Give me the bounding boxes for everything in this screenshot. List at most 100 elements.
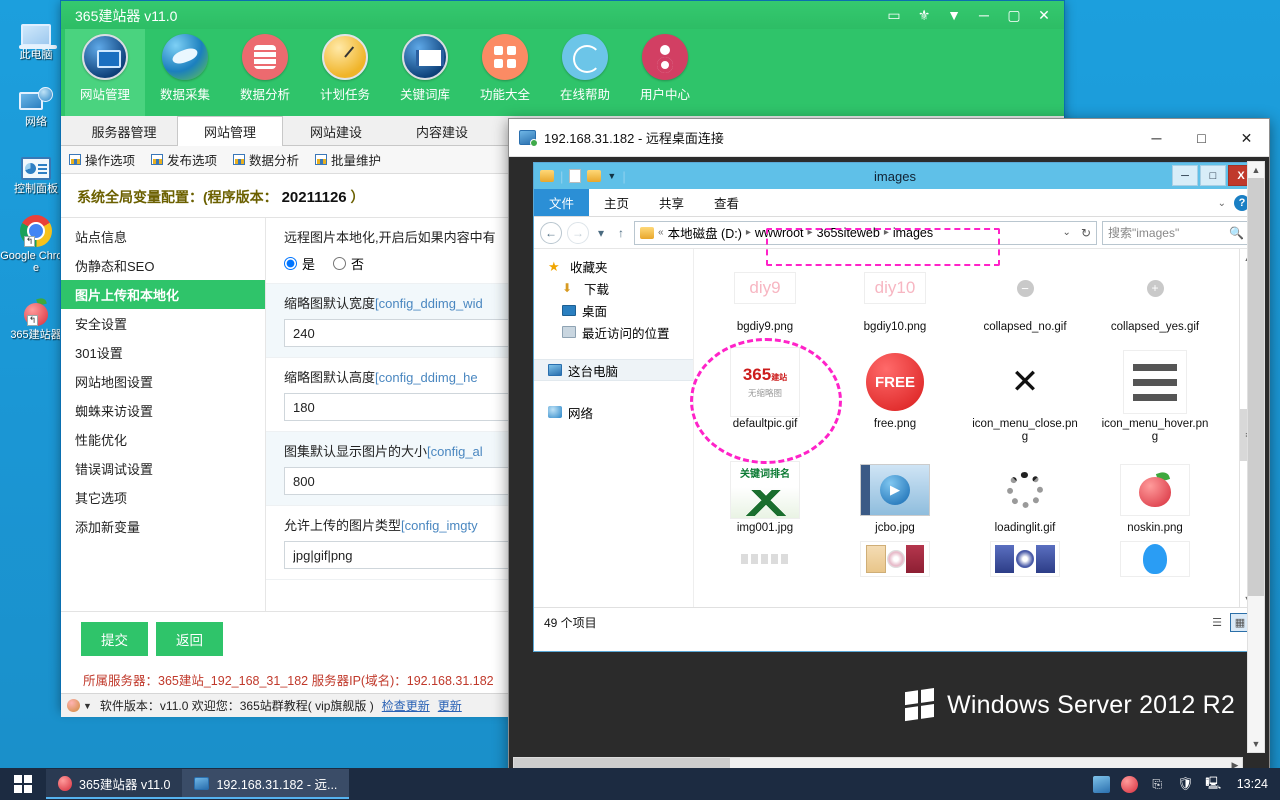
- rdp-scroll-down-arrow[interactable]: ▼: [1248, 736, 1264, 752]
- file-item[interactable]: [830, 541, 960, 577]
- breadcrumb-images[interactable]: images: [893, 226, 933, 240]
- sidebar-item-sitemap[interactable]: 网站地图设置: [61, 367, 265, 396]
- breadcrumb-drive[interactable]: 本地磁盘 (D:): [668, 223, 742, 242]
- file-item[interactable]: ✕ icon_menu_close.png: [960, 346, 1090, 444]
- explorer-maximize-button[interactable]: □: [1200, 165, 1226, 186]
- search-input[interactable]: 搜索"images" 🔍: [1102, 220, 1250, 245]
- ribbon-item-online-help[interactable]: 在线帮助: [545, 29, 625, 116]
- ribbon-item-site-manage[interactable]: 网站管理: [65, 29, 145, 116]
- usb-icon[interactable]: ⎘: [1149, 776, 1166, 793]
- file-item[interactable]: ▶ jcbo.jpg: [830, 458, 960, 535]
- nav-item-recent-places[interactable]: 最近访问的位置: [534, 321, 693, 343]
- close-button[interactable]: ✕: [1030, 3, 1058, 27]
- subbar-item-batch[interactable]: 批量维护: [315, 150, 381, 169]
- ribbon-item-scheduled-task[interactable]: 计划任务: [305, 29, 385, 116]
- breadcrumb-365siteweb[interactable]: 365siteweb: [817, 226, 880, 240]
- details-view-icon[interactable]: ☰: [1207, 613, 1227, 632]
- nav-item-desktop[interactable]: 桌面: [534, 299, 693, 321]
- message-icon[interactable]: ▭: [880, 3, 908, 27]
- ribbon-item-user-center[interactable]: 用户中心: [625, 29, 705, 116]
- nav-item-favorites[interactable]: ★ 收藏夹: [534, 255, 693, 277]
- tab-site-manage[interactable]: 网站管理: [177, 116, 283, 146]
- ribbon-item-keyword-library[interactable]: 关键词库: [385, 29, 465, 116]
- address-dropdown-icon[interactable]: ⌄: [1063, 227, 1071, 238]
- ribbon-item-data-collect[interactable]: 数据采集: [145, 29, 225, 116]
- radio-yes[interactable]: [284, 257, 297, 270]
- file-item[interactable]: FREE free.png: [830, 346, 960, 444]
- menu-item-file[interactable]: 文件: [534, 189, 590, 216]
- start-button[interactable]: [0, 768, 46, 800]
- sidebar-item-301[interactable]: 301设置: [61, 338, 265, 367]
- sidebar-item-spider[interactable]: 蜘蛛来访设置: [61, 396, 265, 425]
- sidebar-item-other[interactable]: 其它选项: [61, 483, 265, 512]
- update-link[interactable]: 更新: [438, 697, 462, 714]
- file-item[interactable]: diy9 bgdiy9.png: [700, 255, 830, 334]
- breadcrumb-wwwroot[interactable]: wwwroot: [755, 226, 804, 240]
- submit-button[interactable]: 提交: [81, 622, 148, 656]
- tab-content-build[interactable]: 内容建设: [389, 116, 495, 145]
- rdp-scroll-up-arrow[interactable]: ▲: [1248, 162, 1264, 178]
- rdp-scrollbar-thumb[interactable]: [1248, 178, 1264, 596]
- file-item[interactable]: [1090, 541, 1220, 577]
- file-item[interactable]: loadinglit.gif: [960, 458, 1090, 535]
- file-item[interactable]: [960, 541, 1090, 577]
- subbar-item-analysis[interactable]: 数据分析: [233, 150, 299, 169]
- network-icon[interactable]: [1092, 775, 1110, 793]
- breadcrumb[interactable]: « 本地磁盘 (D:) ▸ wwwroot ▸ 365siteweb ▸ ima…: [634, 220, 1097, 245]
- nav-item-this-pc[interactable]: 这台电脑: [534, 359, 693, 381]
- file-item[interactable]: + collapsed_yes.gif: [1090, 255, 1220, 334]
- nav-item-downloads[interactable]: ⬇ 下载: [534, 277, 693, 299]
- file-item[interactable]: 关键词排名 img001.jpg: [700, 458, 830, 535]
- file-item[interactable]: − collapsed_no.gif: [960, 255, 1090, 334]
- display-icon[interactable]: 🖳: [1205, 776, 1222, 793]
- history-dropdown-button[interactable]: ▾: [594, 221, 608, 244]
- taskbar-item-rdp[interactable]: 192.168.31.182 - 远...: [182, 769, 350, 799]
- sidebar-item-image-upload[interactable]: 图片上传和本地化: [61, 280, 265, 309]
- ribbon-item-features[interactable]: 功能大全: [465, 29, 545, 116]
- sidebar-item-seo[interactable]: 伪静态和SEO: [61, 251, 265, 280]
- file-item[interactable]: 365建站 无缩略图 defaultpic.gif: [700, 346, 830, 444]
- tab-server-manage[interactable]: 服务器管理: [71, 116, 177, 145]
- radio-option-yes[interactable]: 是: [284, 254, 315, 273]
- sidebar-item-add-variable[interactable]: 添加新变量: [61, 512, 265, 541]
- menu-item-view[interactable]: 查看: [699, 189, 754, 216]
- explorer-minimize-button[interactable]: ─: [1172, 165, 1198, 186]
- tab-site-build[interactable]: 网站建设: [283, 116, 389, 145]
- chevron-down-icon[interactable]: ▼: [940, 3, 968, 27]
- sidebar-item-security[interactable]: 安全设置: [61, 309, 265, 338]
- sidebar-item-error-debug[interactable]: 错误调试设置: [61, 454, 265, 483]
- gift-icon[interactable]: ⚜: [910, 3, 938, 27]
- rdp-close-button[interactable]: ✕: [1224, 119, 1269, 157]
- chevron-down-icon[interactable]: ⌄: [1218, 198, 1226, 209]
- rdp-minimize-button[interactable]: ─: [1134, 119, 1179, 157]
- shield-warning-icon[interactable]: 🛡: [1177, 776, 1194, 793]
- sidebar-item-site-info[interactable]: 站点信息: [61, 222, 265, 251]
- back-button[interactable]: 返回: [156, 622, 223, 656]
- subbar-item-operations[interactable]: 操作选项: [69, 150, 135, 169]
- maximize-button[interactable]: ▢: [1000, 3, 1028, 27]
- forward-button[interactable]: →: [567, 221, 589, 244]
- subbar-item-publish[interactable]: 发布选项: [151, 150, 217, 169]
- rdp-vertical-scrollbar[interactable]: ▲ ▼: [1247, 161, 1265, 753]
- file-item[interactable]: icon_menu_hover.png: [1090, 346, 1220, 444]
- minimize-button[interactable]: ─: [970, 3, 998, 27]
- refresh-icon[interactable]: ↻: [1081, 226, 1091, 240]
- file-item[interactable]: [700, 541, 830, 577]
- ribbon-item-data-analysis[interactable]: 数据分析: [225, 29, 305, 116]
- radio-no[interactable]: [333, 257, 347, 270]
- file-item[interactable]: diy10 bgdiy10.png: [830, 255, 960, 334]
- nav-item-network[interactable]: 网络: [534, 401, 693, 423]
- up-button[interactable]: ↑: [613, 221, 629, 244]
- rdp-maximize-button[interactable]: □: [1179, 119, 1224, 157]
- sidebar-item-performance[interactable]: 性能优化: [61, 425, 265, 454]
- taskbar-item-365[interactable]: 365建站器 v11.0: [46, 769, 183, 799]
- back-button[interactable]: ←: [540, 221, 562, 244]
- apple-tray-icon[interactable]: ▼: [67, 699, 92, 712]
- file-item[interactable]: noskin.png: [1090, 458, 1220, 535]
- menu-item-home[interactable]: 主页: [589, 189, 644, 216]
- radio-option-no[interactable]: 否: [333, 254, 364, 273]
- check-update-link[interactable]: 检查更新: [382, 697, 430, 714]
- menu-item-share[interactable]: 共享: [644, 189, 699, 216]
- file-grid-area[interactable]: diy9 bgdiy9.png diy10 bgdiy10.png − coll…: [694, 249, 1256, 607]
- apple-icon[interactable]: [1120, 775, 1138, 793]
